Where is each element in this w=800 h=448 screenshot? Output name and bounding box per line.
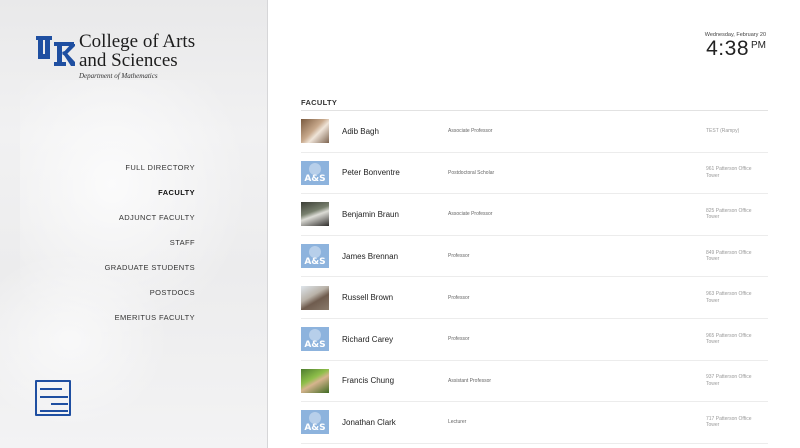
faculty-name: James Brennan bbox=[342, 251, 399, 261]
faculty-title: Lecturer bbox=[448, 419, 467, 426]
placeholder-avatar: A&S bbox=[301, 410, 329, 435]
faculty-title: Professor bbox=[448, 294, 470, 301]
nav-item-faculty[interactable]: FACULTY bbox=[105, 185, 195, 210]
nav-item-postdocs[interactable]: POSTDOCS bbox=[105, 285, 195, 310]
faculty-office: TEST (Rampy) bbox=[706, 128, 740, 135]
section-title: FACULTY bbox=[301, 98, 338, 107]
avatar-placeholder-text: A&S bbox=[304, 173, 326, 184]
faculty-office: 937 Patterson Office Tower bbox=[706, 374, 752, 387]
directory-nav: FULL DIRECTORY FACULTY ADJUNCT FACULTY STAF… bbox=[105, 160, 195, 335]
faculty-row[interactable]: Francis Chung Assistant Professor 937 Patt… bbox=[301, 361, 768, 403]
faculty-office: 963 Patterson Office Tower bbox=[706, 291, 752, 304]
nav-item-full-directory[interactable]: FULL DIRECTORY bbox=[105, 160, 195, 185]
nav-item-adjunct-faculty[interactable]: ADJUNCT FACULTY bbox=[105, 210, 195, 235]
faculty-name: Jonathan Clark bbox=[342, 417, 396, 427]
directory-menu-icon[interactable] bbox=[35, 380, 71, 416]
clock: Wednesday, February 20 4:38 PM bbox=[705, 32, 766, 60]
faculty-row[interactable]: A&S Jonathan Clark Lecturer 717 Patterson O… bbox=[301, 402, 768, 444]
profile-photo bbox=[301, 119, 329, 144]
faculty-row[interactable]: Russell Brown Professor 963 Patterson Offi… bbox=[301, 277, 768, 319]
nav-item-staff[interactable]: STAFF bbox=[105, 235, 195, 260]
avatar-placeholder-text: A&S bbox=[304, 423, 326, 434]
left-panel: College of Arts and Sciences Department … bbox=[0, 0, 268, 448]
faculty-name: Russell Brown bbox=[342, 293, 394, 303]
faculty-office: 717 Patterson Office Tower bbox=[706, 415, 752, 429]
faculty-name: Benjamin Braun bbox=[342, 209, 399, 219]
profile-photo bbox=[301, 285, 329, 310]
faculty-name: Francis Chung bbox=[342, 376, 395, 386]
placeholder-avatar: A&S bbox=[301, 160, 329, 185]
faculty-title: Assistant Professor bbox=[448, 377, 492, 384]
college-brand: College of Arts and Sciences Department … bbox=[35, 32, 195, 80]
avatar-placeholder-text: A&S bbox=[304, 257, 326, 268]
profile-photo bbox=[301, 368, 329, 393]
college-name: College of Arts and Sciences bbox=[79, 31, 196, 71]
faculty-title: Postdoctoral Scholar bbox=[448, 169, 495, 176]
faculty-row[interactable]: Benjamin Braun Associate Professor 825 Pat… bbox=[301, 194, 768, 236]
department-name: Department of Mathematics bbox=[79, 72, 158, 80]
avatar-placeholder-text: A&S bbox=[304, 340, 326, 351]
faculty-title: Associate Professor bbox=[448, 211, 493, 218]
faculty-office: 965 Patterson Office Tower bbox=[706, 332, 752, 346]
faculty-row[interactable]: A&S James Brennan Professor 849 Patterson O… bbox=[301, 236, 768, 278]
faculty-title: Professor bbox=[448, 336, 470, 343]
faculty-title: Professor bbox=[448, 253, 470, 260]
faculty-office: 825 Patterson Office Tower bbox=[706, 207, 752, 221]
nav-item-graduate-students[interactable]: GRADUATE STUDENTS bbox=[105, 260, 195, 285]
profile-photo bbox=[301, 202, 329, 227]
faculty-name: Richard Carey bbox=[342, 334, 394, 344]
faculty-row[interactable]: A&S Peter Bonventre Postdoctoral Scholar 96… bbox=[301, 153, 768, 195]
placeholder-avatar: A&S bbox=[301, 244, 329, 269]
nav-item-emeritus-faculty[interactable]: EMERITUS FACULTY bbox=[105, 310, 195, 335]
faculty-office: 961 Patterson Office Tower bbox=[706, 166, 752, 179]
faculty-name: Adib Bagh bbox=[342, 126, 379, 136]
placeholder-avatar: A&S bbox=[301, 327, 329, 352]
faculty-office: 849 Patterson Office Tower bbox=[706, 249, 752, 263]
faculty-list: Adib Bagh Associate Professor TEST (Rampy)… bbox=[301, 110, 768, 444]
faculty-row[interactable]: A&S Richard Carey Professor 965 Patterson O… bbox=[301, 319, 768, 361]
uk-logo-icon bbox=[36, 36, 75, 66]
main-panel: Wednesday, February 20 4:38 PM FACULTY A… bbox=[269, 0, 800, 448]
faculty-row[interactable]: Adib Bagh Associate Professor TEST (Rampy) bbox=[301, 111, 768, 153]
clock-time: 4:38 bbox=[706, 37, 749, 60]
clock-ampm: PM bbox=[751, 40, 766, 51]
faculty-name: Peter Bonventre bbox=[342, 168, 400, 178]
faculty-title: Associate Professor bbox=[448, 128, 493, 135]
